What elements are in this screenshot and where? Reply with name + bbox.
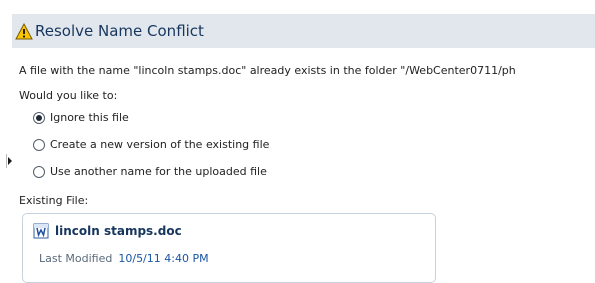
- option-new-version[interactable]: Create a new version of the existing fil…: [33, 138, 269, 151]
- existing-file-heading: Existing File:: [19, 194, 89, 207]
- radio-another-name[interactable]: [33, 165, 45, 178]
- dialog-title: Resolve Name Conflict: [35, 22, 204, 40]
- conflict-message: A file with the name "lincoln stamps.doc…: [19, 64, 516, 77]
- word-doc-icon: [33, 223, 49, 239]
- dialog-header: Resolve Name Conflict: [12, 14, 595, 48]
- option-new-version-label: Create a new version of the existing fil…: [50, 138, 270, 151]
- existing-file-card: lincoln stamps.doc Last Modified 10/5/11 …: [22, 213, 436, 283]
- last-modified-value: 10/5/11 4:40 PM: [118, 252, 209, 265]
- existing-file-row: lincoln stamps.doc: [33, 223, 182, 239]
- last-modified-label: Last Modified: [39, 252, 113, 265]
- option-another-name-label: Use another name for the uploaded file: [50, 165, 267, 178]
- existing-file-name[interactable]: lincoln stamps.doc: [55, 224, 182, 238]
- radio-ignore-file[interactable]: [33, 111, 45, 124]
- options-prompt: Would you like to:: [19, 89, 118, 102]
- option-another-name[interactable]: Use another name for the uploaded file: [33, 165, 267, 178]
- warning-icon: [15, 22, 33, 40]
- last-modified-row: Last Modified 10/5/11 4:40 PM: [39, 252, 209, 265]
- option-ignore-file-label: Ignore this file: [50, 111, 129, 124]
- option-ignore-file[interactable]: Ignore this file: [33, 111, 129, 124]
- expand-arrow-icon[interactable]: [6, 154, 12, 168]
- radio-new-version[interactable]: [33, 138, 45, 151]
